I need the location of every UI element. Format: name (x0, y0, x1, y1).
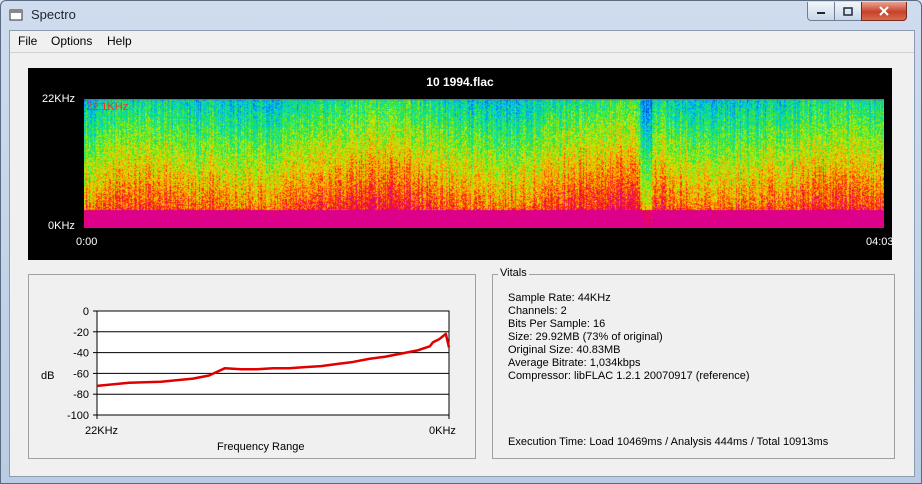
y-tick-label: -20 (73, 327, 89, 339)
graph-x-left: 22KHz (85, 425, 119, 437)
client-area: File Options Help 10 1994.flac 22KHz 0KH… (9, 30, 915, 477)
spectrogram-y-bottom: 0KHz (48, 220, 75, 232)
spectrogram-title: 10 1994.flac (426, 75, 494, 89)
y-tick-label: -60 (73, 368, 89, 380)
plot-area (96, 310, 450, 416)
vitals-channels: Channels: 2 (508, 305, 567, 317)
spectrogram-cutoff-label: 22.1KHz (86, 101, 129, 113)
window-title: Spectro (31, 7, 76, 22)
close-button[interactable] (861, 2, 907, 21)
menu-separator (10, 52, 914, 53)
title-bar[interactable]: Spectro (1, 1, 921, 29)
spectrogram-panel: 10 1994.flac 22KHz 0KHz 0:00 04:03 22.1K… (28, 68, 894, 260)
minimize-icon (817, 12, 825, 14)
graph-x-right: 0KHz (429, 425, 456, 437)
vitals-size: Size: 29.92MB (73% of original) (508, 331, 663, 343)
y-tick-label: -100 (67, 410, 89, 422)
spectrogram-y-top: 22KHz (42, 93, 76, 105)
menu-bar: File Options Help (10, 31, 914, 51)
menu-file[interactable]: File (18, 34, 37, 48)
maximize-icon (843, 6, 853, 16)
spectrogram-x-end: 04:03 (866, 236, 894, 248)
menu-help[interactable]: Help (107, 34, 132, 48)
vitals-average-bitrate: Average Bitrate: 1,034kbps (508, 357, 641, 369)
app-icon (9, 9, 23, 21)
graph-ylabel: dB (41, 370, 55, 382)
spectrogram-image (84, 99, 884, 228)
spectrogram-x-start: 0:00 (76, 236, 98, 248)
vitals-original-size: Original Size: 40.83MB (508, 344, 621, 356)
minimize-button[interactable] (807, 2, 835, 21)
maximize-button[interactable] (834, 2, 862, 21)
app-window: Spectro File Options Help 10 1994.flac 2… (0, 0, 922, 484)
y-tick-label: -40 (73, 348, 89, 360)
vitals-execution-time: Execution Time: Load 10469ms / Analysis … (508, 436, 829, 448)
menu-options[interactable]: Options (51, 34, 92, 48)
y-tick-label: -80 (73, 389, 89, 401)
vitals-compressor: Compressor: libFLAC 1.2.1 20070917 (refe… (508, 370, 750, 382)
frequency-graph-box: 0 -20 -40 -60 -80 -100 dB 22KHz 0KHz Frequenc… (28, 274, 476, 459)
graph-xlabel: Frequency Range (217, 441, 305, 453)
vitals-sample-rate: Sample Rate: 44KHz (508, 292, 611, 304)
y-tick-label: 0 (83, 306, 89, 318)
vitals-legend: Vitals (498, 267, 529, 279)
vitals-bits-per-sample: Bits Per Sample: 16 (508, 318, 606, 330)
close-icon (879, 6, 889, 16)
